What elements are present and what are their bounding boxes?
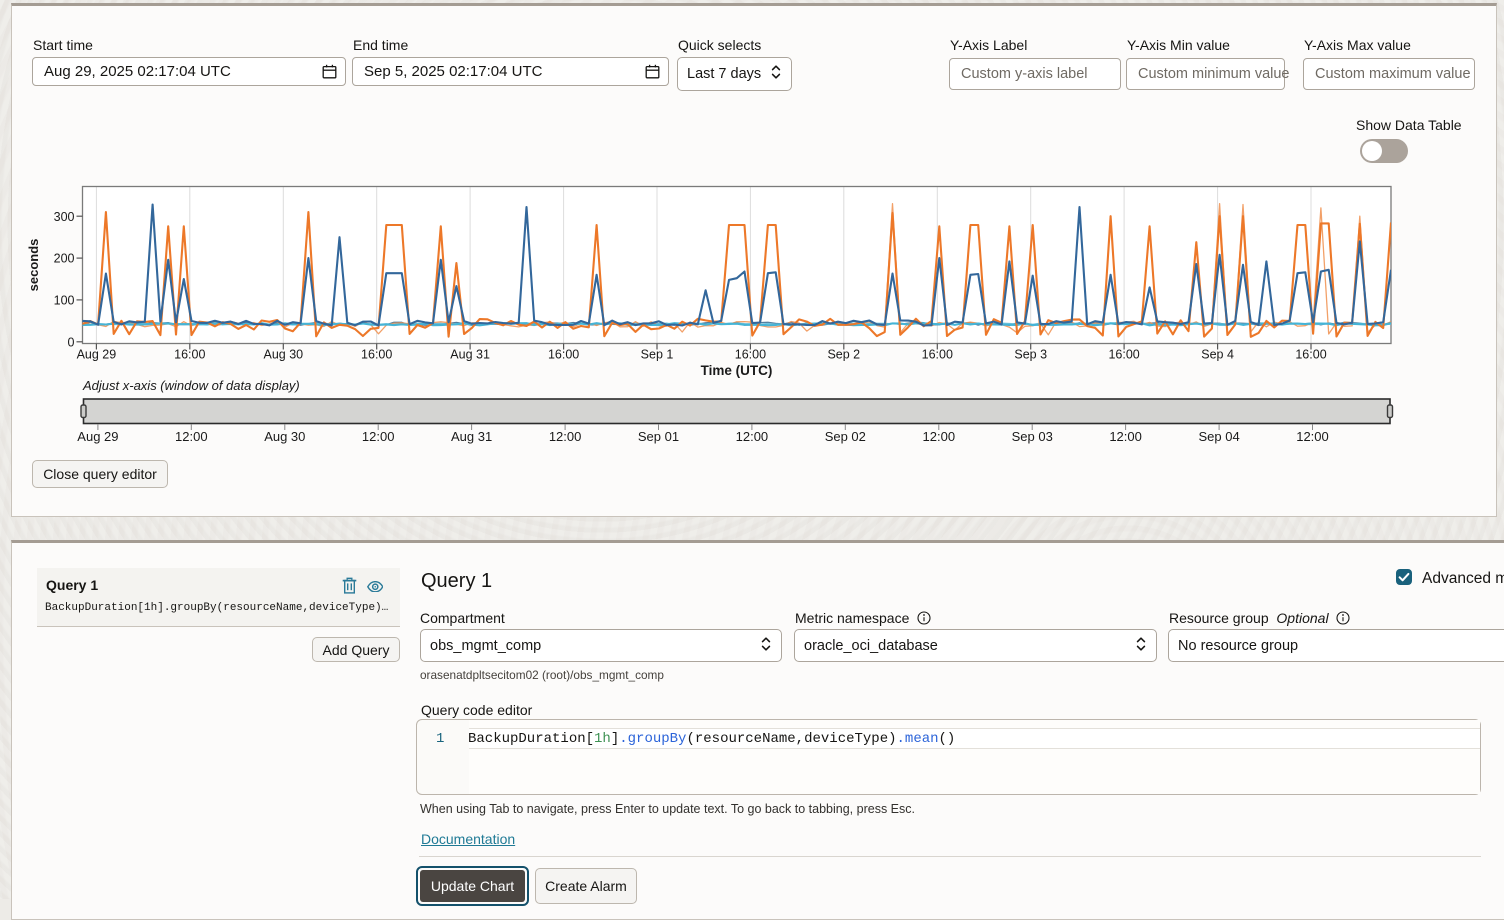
svg-text:Aug 30: Aug 30	[264, 429, 305, 444]
svg-text:16:00: 16:00	[1295, 348, 1326, 362]
svg-text:Sep 04: Sep 04	[1198, 429, 1239, 444]
svg-text:Sep 1: Sep 1	[641, 348, 674, 362]
svg-text:Sep 03: Sep 03	[1012, 429, 1053, 444]
svg-text:12:00: 12:00	[549, 429, 582, 444]
svg-text:12:00: 12:00	[362, 429, 395, 444]
svg-text:Sep 4: Sep 4	[1201, 348, 1234, 362]
svg-text:16:00: 16:00	[548, 348, 579, 362]
svg-text:Sep 01: Sep 01	[638, 429, 679, 444]
svg-text:Sep 3: Sep 3	[1014, 348, 1047, 362]
svg-text:Time (UTC): Time (UTC)	[701, 363, 773, 378]
svg-text:16:00: 16:00	[361, 348, 392, 362]
svg-text:0: 0	[68, 335, 75, 349]
svg-text:16:00: 16:00	[735, 348, 766, 362]
svg-text:200: 200	[54, 252, 75, 266]
svg-text:12:00: 12:00	[736, 429, 769, 444]
svg-text:Adjust x-axis (window of data: Adjust x-axis (window of data display)	[82, 378, 300, 393]
svg-text:300: 300	[54, 210, 75, 224]
svg-text:Aug 29: Aug 29	[77, 429, 118, 444]
svg-text:seconds: seconds	[26, 239, 41, 292]
svg-text:12:00: 12:00	[1296, 429, 1329, 444]
svg-text:12:00: 12:00	[923, 429, 956, 444]
svg-text:16:00: 16:00	[1108, 348, 1139, 362]
svg-text:Aug 31: Aug 31	[450, 348, 490, 362]
svg-text:12:00: 12:00	[1109, 429, 1142, 444]
svg-text:12:00: 12:00	[175, 429, 208, 444]
svg-text:Sep 02: Sep 02	[825, 429, 866, 444]
svg-text:Aug 31: Aug 31	[451, 429, 492, 444]
svg-text:Aug 29: Aug 29	[77, 348, 117, 362]
svg-text:16:00: 16:00	[174, 348, 205, 362]
svg-text:Sep 2: Sep 2	[827, 348, 860, 362]
svg-text:Aug 30: Aug 30	[263, 348, 303, 362]
svg-text:100: 100	[54, 293, 75, 307]
svg-text:16:00: 16:00	[922, 348, 953, 362]
